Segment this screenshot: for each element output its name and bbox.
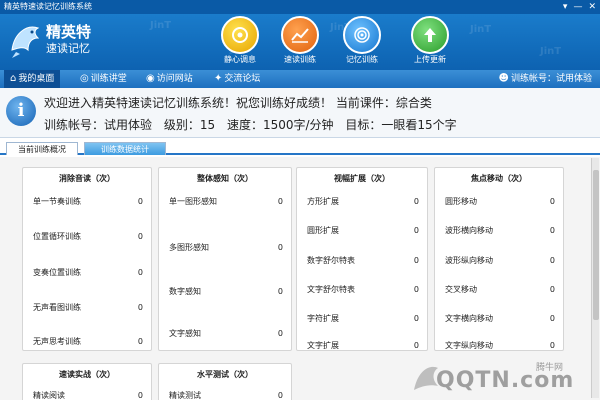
- meditation-icon: [221, 16, 259, 54]
- close-icon[interactable]: ✕: [588, 1, 596, 13]
- panel-title: 整体感知（次）: [197, 174, 253, 183]
- level-text: 级别：15: [163, 118, 216, 132]
- nav-training-lecture[interactable]: ◎ 训练讲堂: [80, 70, 127, 88]
- tab-current-overview[interactable]: 当前训练概况: [6, 142, 78, 155]
- home-icon: ⌂: [10, 73, 17, 84]
- header-band: JinT JinT JinT JinT JinT 精英特 速读记忆 静心调息 速…: [0, 14, 600, 70]
- tool-meditation-button[interactable]: 静心调息: [210, 16, 270, 66]
- list-item: 单一图形感知 0: [169, 197, 283, 206]
- chart-icon: [281, 16, 319, 54]
- list-item: 无声看图训练 0: [33, 303, 143, 312]
- watermark-site: 腾牛网: [536, 363, 564, 373]
- scrollbar-thumb[interactable]: [593, 170, 599, 320]
- welcome-details: 训练帐号：试用体验 级别：15 速度：1500字/分钟 目标：一眼看15个字: [44, 116, 465, 133]
- list-item: 单一节奏训练 0: [33, 197, 143, 206]
- list-item: 方形扩展 0: [307, 197, 419, 206]
- minimize-icon[interactable]: —: [573, 1, 582, 13]
- panel-eliminate-subvocal: 消除音读（次） 单一节奏训练 0 位置循环训练 0 变奏位置训练 0 无声看图训练 0 …: [22, 167, 152, 351]
- panel-holistic-perception: 整体感知（次） 单一图形感知 0 多图形感知 0 数字感知 0 文字感知 0: [158, 167, 292, 351]
- menu-dropdown-icon[interactable]: ▾: [563, 1, 568, 13]
- user-icon: ☻: [498, 73, 509, 84]
- panel-title: 视幅扩展（次）: [334, 174, 390, 183]
- list-item: 文字纵向移动 0: [445, 341, 555, 350]
- list-item: 波形纵向移动 0: [445, 256, 555, 265]
- upload-icon: [411, 16, 449, 54]
- panel-speed-reading-practice: 速读实战（次） 精读阅读 0: [22, 363, 152, 400]
- target-text: 目标：一眼看15个字: [345, 118, 457, 132]
- tool-speed-reading-button[interactable]: 速读训练: [270, 16, 330, 66]
- list-item: 圆形移动 0: [445, 197, 555, 206]
- speed-text: 速度：1500字/分钟: [226, 118, 334, 132]
- vertical-scrollbar[interactable]: [591, 158, 599, 398]
- brand: 精英特 速读记忆: [46, 24, 91, 56]
- list-item: 数字舒尔特表 0: [307, 256, 419, 265]
- list-item: 文字横向移动 0: [445, 314, 555, 323]
- panel-level-test: 水平测试（次） 精读测试 0: [158, 363, 292, 400]
- list-item: 文字扩展 0: [307, 341, 419, 350]
- tool-upload-button[interactable]: 上传更新: [400, 16, 460, 66]
- list-item: 文字感知 0: [169, 329, 283, 338]
- panel-focus-movement: 焦点移动（次） 圆形移动 0 波形横向移动 0 波形纵向移动 0 交叉移动 0 文字横向…: [434, 167, 564, 351]
- info-icon: i: [6, 96, 36, 126]
- tab-strip: 当前训练概况 训练数据统计: [0, 140, 600, 155]
- panel-title: 焦点移动（次）: [471, 174, 527, 183]
- tab-data-stats[interactable]: 训练数据统计: [84, 142, 166, 155]
- nav-bar: ⌂ 我的桌面 ◎ 训练讲堂 ◉ 访问网站 ✦ 交流论坛 ☻ 训练帐号：试用体验: [0, 70, 600, 88]
- list-item: 多图形感知 0: [169, 243, 283, 252]
- window-titlebar: 精英特速读记忆训练系统 ▾ — ✕: [0, 0, 600, 14]
- panel-title: 消除音读（次）: [59, 174, 115, 183]
- dolphin-logo-icon: [11, 26, 40, 58]
- globe-icon: ◉: [146, 73, 155, 84]
- list-item: 无声思考训练 0: [33, 337, 143, 346]
- welcome-panel: i 欢迎进入精英特速读记忆训练系统！祝您训练好成绩！ 当前课件：综合类 训练帐号…: [0, 88, 600, 138]
- nav-my-desktop[interactable]: ⌂ 我的桌面: [4, 70, 61, 88]
- lecture-icon: ◎: [80, 73, 89, 84]
- panel-visual-span: 视幅扩展（次） 方形扩展 0 圆形扩展 0 数字舒尔特表 0 文字舒尔特表 0 字符扩展…: [296, 167, 428, 351]
- forum-icon: ✦: [214, 73, 223, 84]
- list-item: 精读测试 0: [169, 391, 283, 400]
- brand-name: 精英特: [46, 23, 92, 41]
- window-title: 精英特速读记忆训练系统: [4, 2, 92, 11]
- tool-memory-button[interactable]: 记忆训练: [332, 16, 392, 66]
- nav-visit-site[interactable]: ◉ 访问网站: [146, 70, 193, 88]
- list-item: 精读阅读 0: [33, 391, 143, 400]
- account-text: 训练帐号：试用体验: [44, 118, 153, 132]
- list-item: 变奏位置训练 0: [33, 268, 143, 277]
- list-item: 文字舒尔特表 0: [307, 285, 419, 294]
- welcome-message: 欢迎进入精英特速读记忆训练系统！祝您训练好成绩！ 当前课件：综合类: [44, 96, 432, 110]
- memory-icon: [343, 16, 381, 54]
- list-item: 波形横向移动 0: [445, 226, 555, 235]
- brand-sub: 速读记忆: [46, 42, 90, 55]
- nav-forum[interactable]: ✦ 交流论坛: [214, 70, 260, 88]
- nav-account[interactable]: ☻ 训练帐号：试用体验: [499, 70, 592, 88]
- list-item: 数字感知 0: [169, 287, 283, 296]
- panel-title: 速读实战（次）: [59, 370, 115, 379]
- list-item: 位置循环训练 0: [33, 232, 143, 241]
- list-item: 圆形扩展 0: [307, 226, 419, 235]
- list-item: 交叉移动 0: [445, 285, 555, 294]
- panel-title: 水平测试（次）: [197, 370, 253, 379]
- list-item: 字符扩展 0: [307, 314, 419, 323]
